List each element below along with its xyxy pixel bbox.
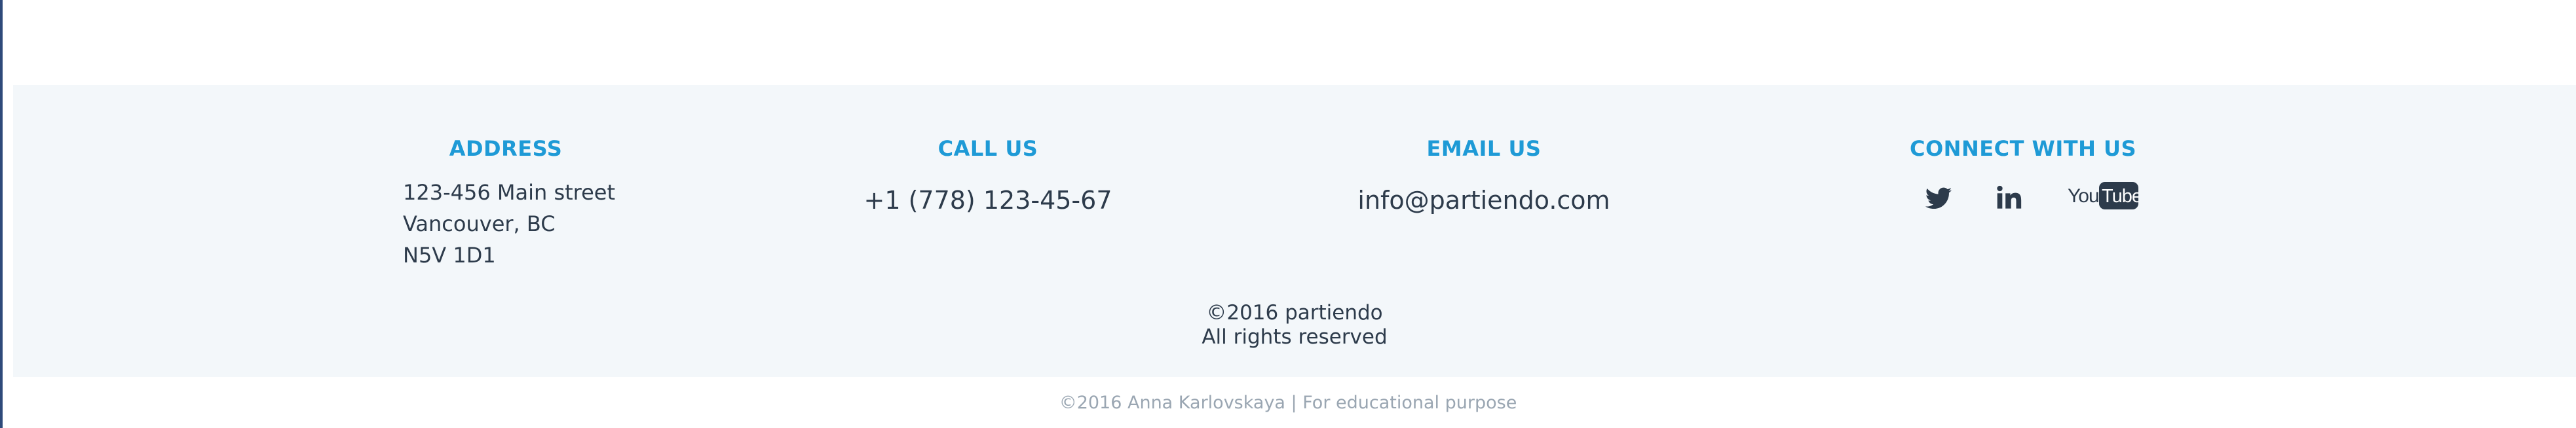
address-line-city: Vancouver, BC — [403, 211, 556, 236]
left-edge-border — [0, 0, 3, 428]
phone-link[interactable]: +1 (778) 123-45-67 — [863, 186, 1112, 215]
youtube-icon: You Tube — [2068, 182, 2142, 209]
twitter-icon — [1925, 187, 1952, 209]
connect-heading: CONNECT WITH US — [1909, 136, 2137, 161]
address-line-postal: N5V 1D1 — [403, 243, 496, 268]
copyright-line: ©2016 partiendo — [1206, 301, 1383, 325]
credit-text: ©2016 Anna Karlovskaya | For educational… — [1059, 393, 1517, 413]
linkedin-link[interactable] — [1996, 185, 2022, 211]
email-link[interactable]: info@partiendo.com — [1357, 186, 1610, 215]
linkedin-icon — [1997, 185, 2022, 209]
address-line-street: 123-456 Main street — [403, 180, 616, 205]
copyright-block: ©2016 partiendo All rights reserved — [13, 301, 2576, 349]
address-heading: ADDRESS — [449, 136, 563, 161]
youtube-logo-tube: Tube — [2102, 186, 2138, 207]
address-block: 123-456 Main street Vancouver, BC N5V 1D… — [403, 177, 615, 271]
rights-line: All rights reserved — [1202, 325, 1388, 349]
call-heading: CALL US — [938, 136, 1038, 161]
youtube-logo-you: You — [2068, 185, 2099, 207]
site-footer: ADDRESS 123-456 Main street Vancouver, B… — [13, 85, 2576, 377]
email-heading: EMAIL US — [1426, 136, 1542, 161]
youtube-link[interactable]: You Tube — [2068, 181, 2142, 211]
twitter-link[interactable] — [1924, 185, 1953, 213]
